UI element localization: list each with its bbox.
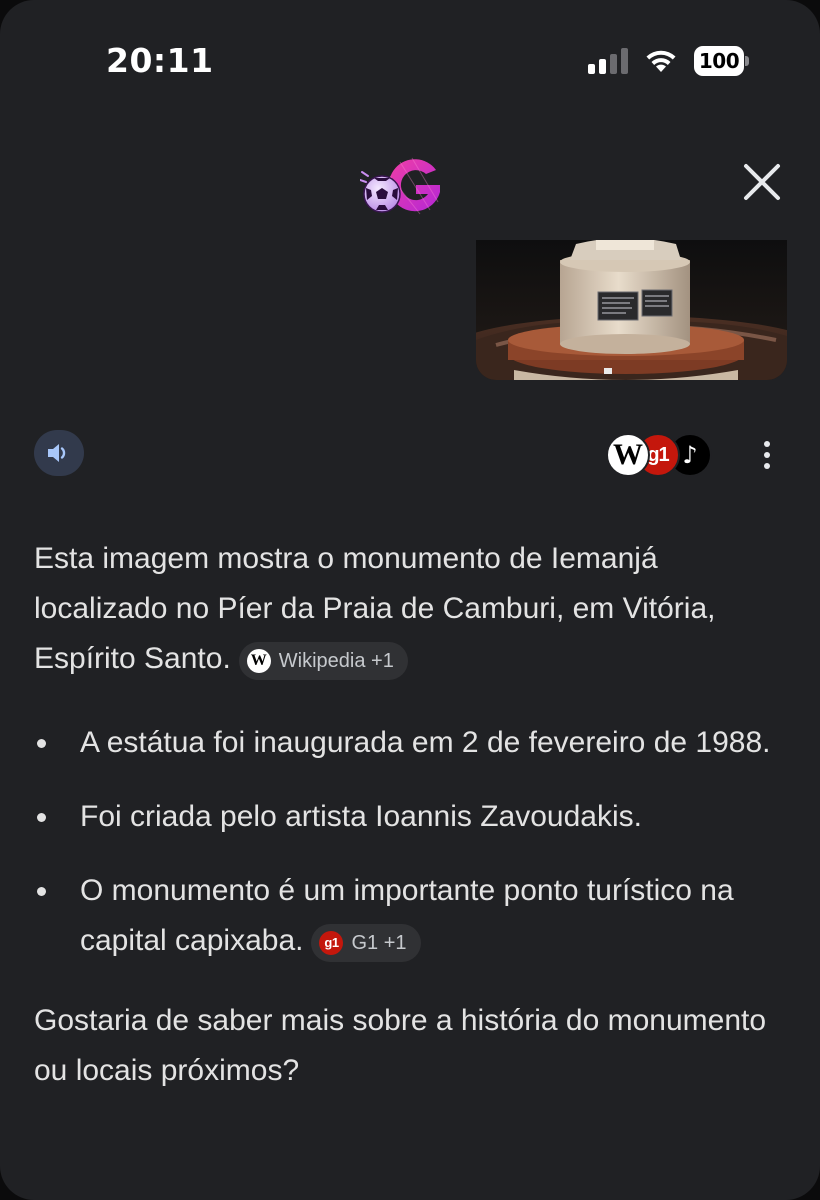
close-button[interactable] bbox=[740, 160, 784, 204]
list-item: O monumento é um importante ponto turíst… bbox=[34, 866, 794, 966]
answer-intro: Esta imagem mostra o monumento de Iemanj… bbox=[34, 534, 794, 684]
wifi-icon bbox=[644, 46, 678, 74]
wikipedia-icon: W bbox=[606, 433, 650, 477]
citation-chip-label: Wikipedia +1 bbox=[278, 650, 394, 672]
app-logo-icon bbox=[359, 152, 446, 218]
g1-icon: g1 bbox=[319, 931, 344, 955]
citation-chip-g1[interactable]: g1 G1 +1 bbox=[311, 924, 421, 962]
speaker-icon bbox=[48, 444, 66, 462]
cellular-signal-icon bbox=[588, 48, 630, 74]
citation-chip-wikipedia[interactable]: W Wikipedia +1 bbox=[238, 642, 408, 680]
more-options-button[interactable] bbox=[752, 434, 782, 476]
listen-button[interactable] bbox=[34, 430, 84, 476]
answer-followup-question: Gostaria de saber mais sobre a história … bbox=[34, 1004, 767, 1087]
bullet-text: A estátua foi inaugurada em 2 de feverei… bbox=[80, 726, 771, 759]
phone-screen: 20:11 100 W g1 ♪ Esta imagem mostra o mo… bbox=[0, 0, 820, 1200]
answer-bullet-list: A estátua foi inaugurada em 2 de feverei… bbox=[34, 718, 794, 966]
ai-answer: Esta imagem mostra o monumento de Iemanj… bbox=[34, 534, 794, 1096]
battery-level: 100 bbox=[694, 46, 744, 76]
bullet-text: Foi criada pelo artista Ioannis Zavoudak… bbox=[80, 800, 642, 833]
sources-button[interactable]: W g1 ♪ bbox=[606, 433, 712, 477]
list-item: Foi criada pelo artista Ioannis Zavoudak… bbox=[34, 792, 794, 842]
close-icon bbox=[744, 164, 780, 200]
query-image-thumbnail[interactable] bbox=[476, 240, 787, 380]
status-time: 20:11 bbox=[106, 41, 214, 80]
wikipedia-icon: W bbox=[246, 649, 271, 673]
battery-nub bbox=[745, 56, 749, 66]
citation-chip-label: G1 +1 bbox=[351, 932, 407, 954]
list-item: A estátua foi inaugurada em 2 de feverei… bbox=[34, 718, 794, 768]
battery-indicator: 100 bbox=[694, 46, 749, 76]
more-vertical-icon bbox=[764, 441, 770, 447]
